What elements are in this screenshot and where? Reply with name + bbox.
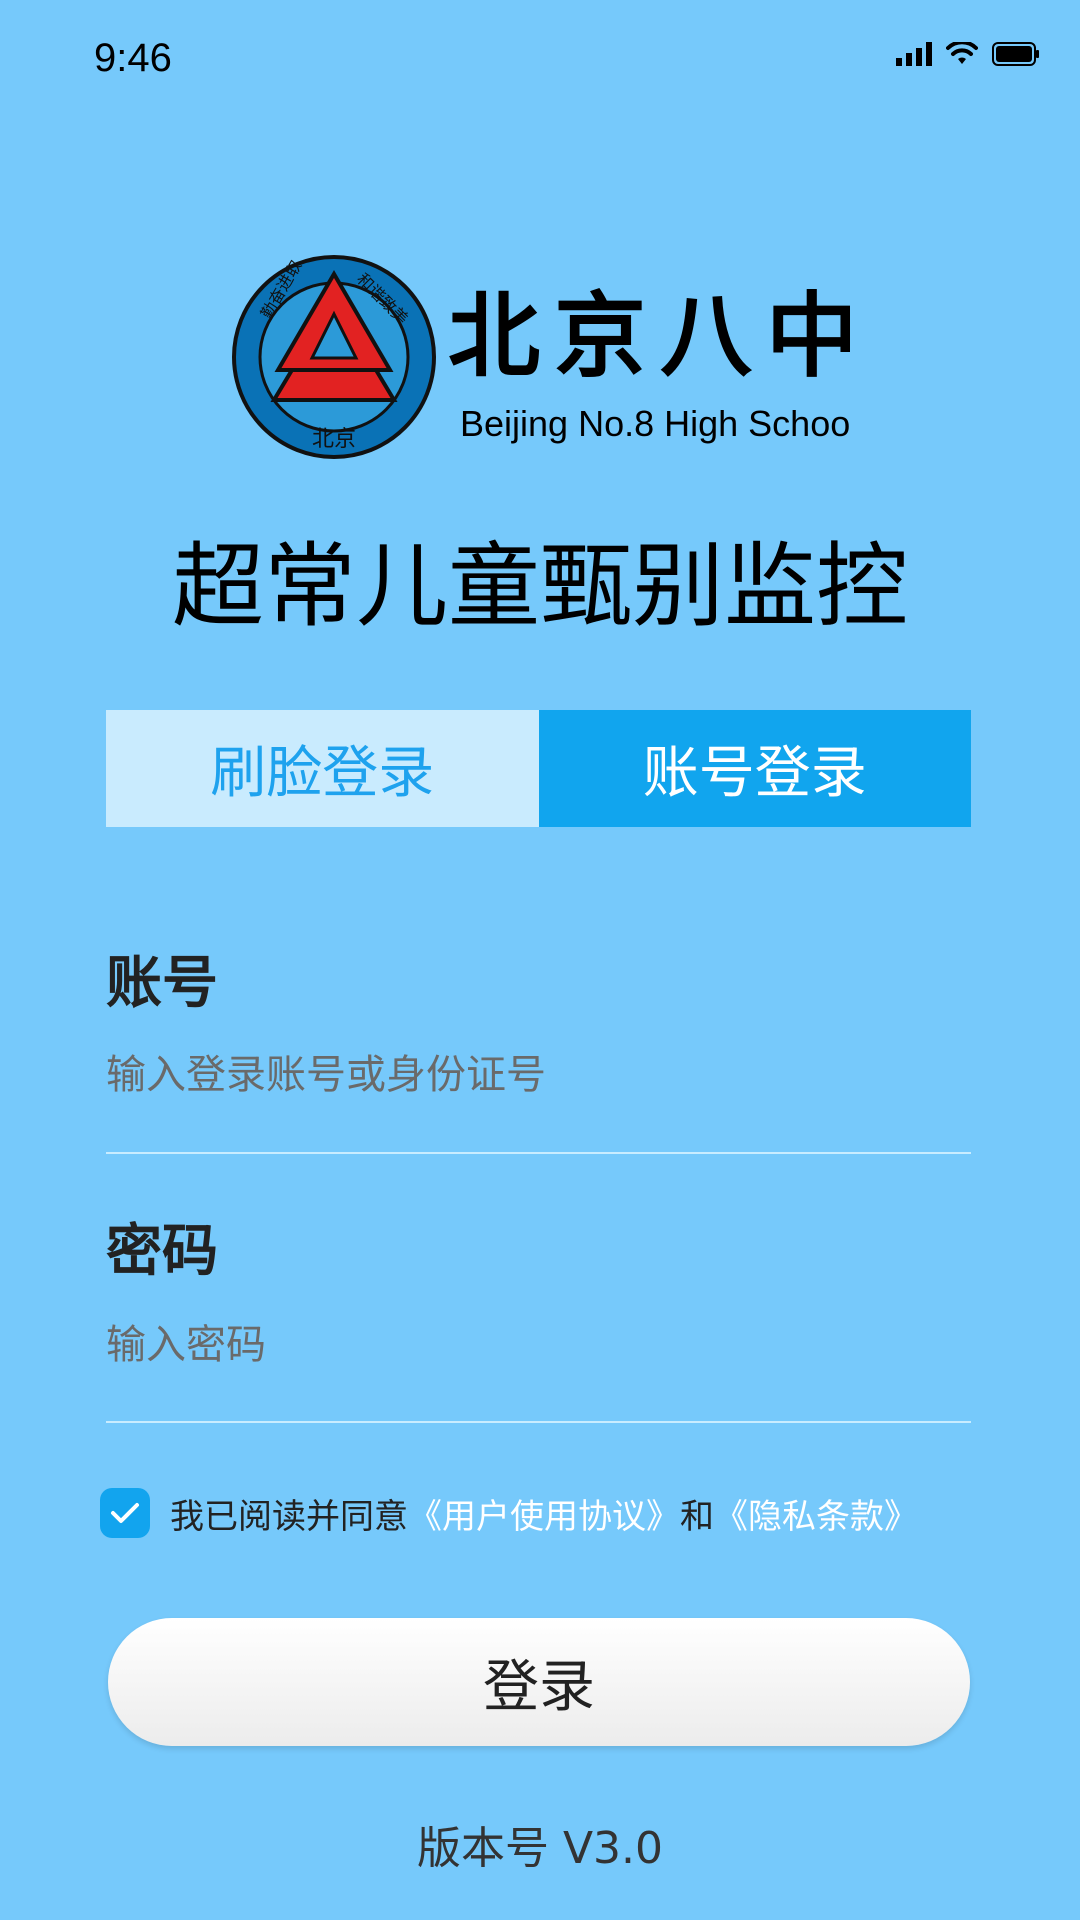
school-name-en: Beijing No.8 High School — [460, 403, 850, 444]
signal-icon — [896, 42, 932, 66]
agreement-row: 我已阅读并同意《用户使用协议》和《隐私条款》 — [100, 1488, 918, 1538]
emblem-text-bottom: 北京 — [312, 427, 356, 452]
account-label: 账号 — [106, 951, 218, 1016]
account-divider — [106, 1152, 971, 1154]
tab-face-login[interactable]: 刷脸登录 — [106, 710, 539, 827]
agreement-text: 我已阅读并同意《用户使用协议》和《隐私条款》 — [170, 1489, 918, 1538]
status-time: 9:46 — [94, 36, 172, 80]
status-bar: 9:46 — [0, 0, 1080, 120]
password-divider — [106, 1421, 971, 1423]
battery-icon — [992, 42, 1039, 66]
app-title: 超常儿童甄别监控 — [171, 533, 908, 640]
school-emblem: 北京 勤奋进取 和谐致美 北京八中 Beijing No.8 High Scho… — [232, 255, 858, 459]
wifi-icon — [946, 42, 978, 64]
privacy-policy-link[interactable]: 《隐私条款》 — [714, 1497, 918, 1537]
status-icons — [896, 42, 1040, 66]
login-button[interactable]: 登录 — [108, 1618, 970, 1746]
login-mode-tabs: 刷脸登录 账号登录 — [106, 710, 971, 827]
password-input[interactable] — [106, 1310, 971, 1380]
version-label: 版本号 V3.0 — [416, 1823, 664, 1874]
user-agreement-link[interactable]: 《用户使用协议》 — [408, 1497, 680, 1537]
agreement-prefix: 我已阅读并同意 — [170, 1496, 408, 1537]
agreement-conjunction: 和 — [680, 1496, 714, 1537]
agreement-checkbox[interactable] — [100, 1488, 150, 1538]
tab-account-login[interactable]: 账号登录 — [538, 710, 971, 827]
checkmark-icon — [111, 1503, 139, 1523]
password-label: 密码 — [106, 1219, 218, 1284]
account-input[interactable] — [106, 1040, 971, 1110]
school-logo: 北京 勤奋进取 和谐致美 北京八中 Beijing No.8 High Scho… — [230, 250, 858, 464]
school-name-cn: 北京八中 — [448, 282, 850, 390]
